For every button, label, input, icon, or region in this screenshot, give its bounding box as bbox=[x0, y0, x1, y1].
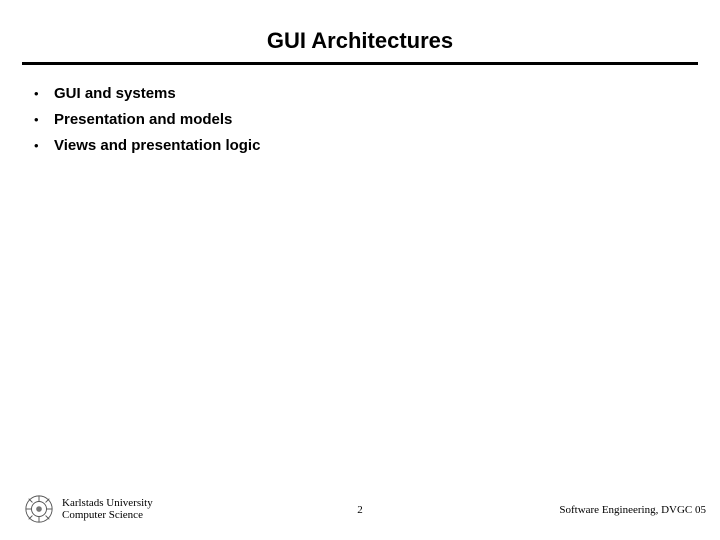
slide-title: GUI Architectures bbox=[0, 28, 720, 54]
course-label: Software Engineering, DVGC 05 bbox=[559, 504, 706, 516]
title-underline bbox=[22, 62, 698, 65]
list-item: • Views and presentation logic bbox=[30, 136, 260, 156]
bullet-icon: • bbox=[30, 136, 54, 156]
bullet-list: • GUI and systems • Presentation and mod… bbox=[30, 84, 260, 162]
slide: GUI Architectures • GUI and systems • Pr… bbox=[0, 0, 720, 540]
bullet-icon: • bbox=[30, 84, 54, 104]
slide-footer: Karlstads University Computer Science 2 … bbox=[0, 488, 720, 528]
bullet-text: Views and presentation logic bbox=[54, 136, 260, 156]
bullet-text: Presentation and models bbox=[54, 110, 232, 130]
bullet-icon: • bbox=[30, 110, 54, 130]
list-item: • GUI and systems bbox=[30, 84, 260, 104]
list-item: • Presentation and models bbox=[30, 110, 260, 130]
bullet-text: GUI and systems bbox=[54, 84, 176, 104]
